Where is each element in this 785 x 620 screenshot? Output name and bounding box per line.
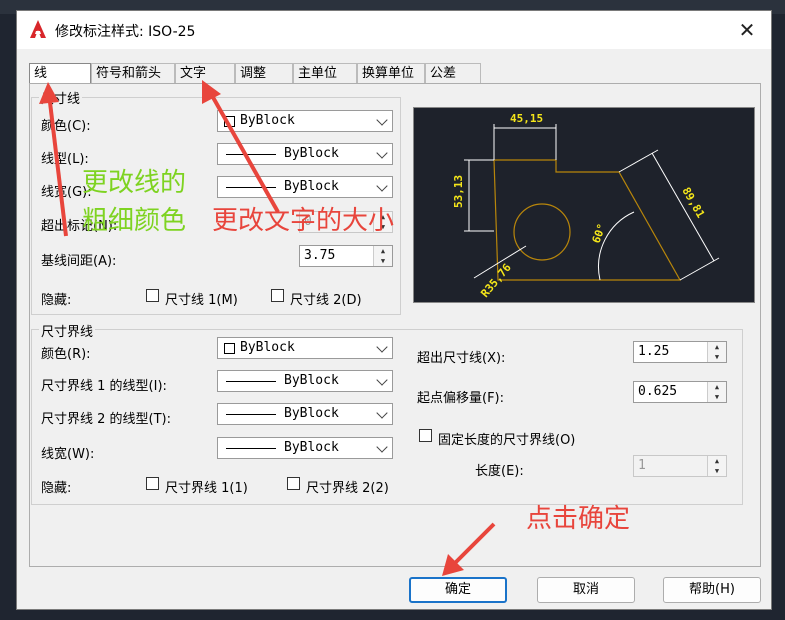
arrow-head [202, 80, 221, 104]
arrow-head [39, 82, 59, 104]
arrow-to-lines-tab [47, 93, 68, 237]
arrow-to-ok-button [450, 522, 496, 568]
annotation-arrows [39, 80, 496, 576]
arrow-to-text-tab [208, 91, 280, 213]
